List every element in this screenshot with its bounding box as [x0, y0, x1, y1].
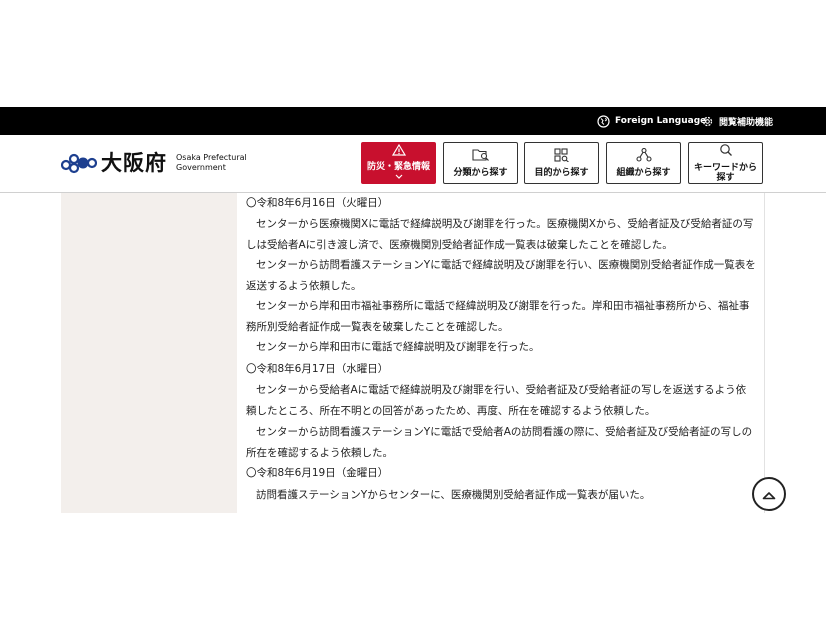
chevron-down-icon — [395, 172, 403, 182]
search-by-organization-button[interactable]: 組織から探す — [606, 142, 681, 184]
chevron-up-icon — [762, 485, 776, 504]
date-heading: 〇令和8年6月17日（水曜日） — [246, 363, 389, 375]
date-heading: 〇令和8年6月19日（金曜日） — [246, 467, 389, 479]
search-icon — [719, 143, 733, 163]
search-by-category-button[interactable]: 分類から探す — [443, 142, 518, 184]
logo-english: Osaka Prefectural Government — [176, 153, 251, 173]
content-paragraph: センターから岸和田市福祉事務所に電話で経緯説明及び謝罪を行った。岸和田市福祉事務… — [246, 300, 750, 333]
site-logo[interactable]: 大阪府 Osaka Prefectural Government — [61, 151, 251, 175]
org-chart-icon — [635, 147, 652, 168]
search-by-keyword-button[interactable]: キーワードから 探す — [688, 142, 763, 184]
disaster-info-label: 防災・緊急情報 — [366, 162, 430, 172]
utility-bar: Foreign Language 閲覧補助機能 — [0, 107, 826, 135]
logo-en-line2: Government — [176, 163, 226, 172]
disaster-info-button[interactable]: 防災・緊急情報 — [361, 142, 436, 184]
search-by-purpose-label: 目的から探す — [534, 168, 589, 178]
search-by-keyword-label-line2: 探す — [716, 173, 735, 183]
warning-icon — [391, 143, 406, 162]
page-bottom-blank — [0, 513, 826, 620]
content-paragraph: センターから医療機関Xに電話で経緯説明及び謝罪を行った。医療機関Xから、受給者証… — [246, 218, 754, 251]
content-paragraph: センターから岸和田市に電話で経緯説明及び謝罪を行った。 — [256, 341, 540, 353]
content-paragraph: センターから訪問看護ステーションYに電話で経緯説明及び謝罪を行い、医療機関別受給… — [246, 259, 756, 292]
accessibility-label: 閲覧補助機能 — [719, 117, 774, 128]
content-paragraph: センターから受給者Aに電話で経緯説明及び謝罪を行い、受給者証及び受給者証の写しを… — [246, 384, 747, 417]
search-by-organization-label: 組織から探す — [616, 168, 671, 178]
left-sidebar — [61, 193, 237, 513]
foreign-language-link[interactable]: Foreign Language — [597, 107, 706, 135]
foreign-language-label: Foreign Language — [615, 116, 707, 126]
search-by-keyword-label-line1: キーワードから — [693, 163, 757, 173]
site-header: 大阪府 Osaka Prefectural Government 防災・緊急情報… — [0, 135, 826, 193]
gear-icon — [701, 115, 714, 128]
content-paragraph: 訪問看護ステーションYからセンターに、医療機関別受給者証作成一覧表が届いた。 — [256, 489, 651, 501]
back-to-top-button[interactable] — [752, 477, 786, 511]
search-by-category-label: 分類から探す — [453, 168, 508, 178]
globe-icon — [597, 114, 610, 128]
accessibility-link[interactable]: 閲覧補助機能 — [701, 107, 773, 135]
main-content: 〇令和8年6月16日（火曜日） センターから医療機関Xに電話で経緯説明及び謝罪を… — [237, 193, 765, 513]
date-heading: 〇令和8年6月16日（火曜日） — [246, 197, 389, 209]
search-by-purpose-button[interactable]: 目的から探す — [524, 142, 599, 184]
folder-search-icon — [471, 148, 490, 168]
grid-search-icon — [553, 148, 570, 168]
logo-mark-icon — [61, 153, 97, 174]
content-paragraph: センターから訪問看護ステーションYに電話で受給者Aの訪問看護の際に、受給者証及び… — [246, 426, 753, 459]
logo-en-line1: Osaka Prefectural — [176, 153, 247, 162]
logo-kanji: 大阪府 — [101, 151, 167, 175]
